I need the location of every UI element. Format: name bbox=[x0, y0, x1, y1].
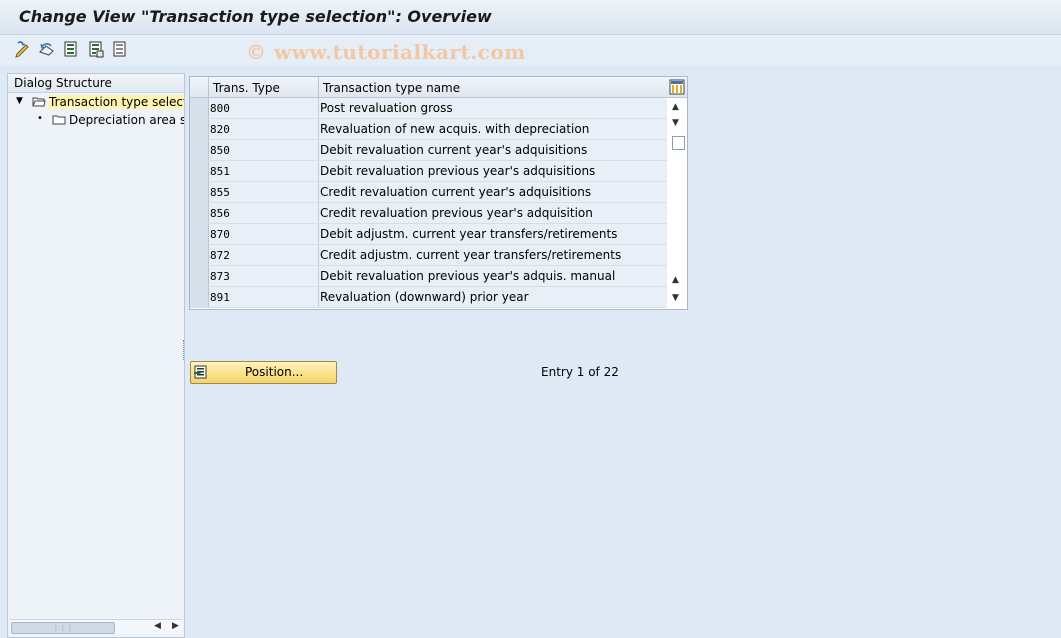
trans-type-cell[interactable]: 873 bbox=[209, 266, 319, 286]
transaction-type-name-cell[interactable]: Revaluation (downward) prior year bbox=[319, 287, 667, 307]
page-up-icon[interactable]: ▲ bbox=[672, 275, 679, 285]
select-block-icon[interactable] bbox=[87, 40, 105, 58]
trans-type-cell[interactable]: 851 bbox=[209, 161, 319, 181]
tree-item-label: Transaction type selection bbox=[49, 95, 184, 109]
row-selector[interactable] bbox=[190, 98, 209, 118]
transaction-type-name-cell[interactable]: Debit revaluation previous year's adquis… bbox=[319, 266, 667, 286]
select-all-icon[interactable] bbox=[62, 40, 80, 58]
row-selector[interactable] bbox=[190, 203, 209, 223]
row-selector[interactable] bbox=[190, 161, 209, 181]
table-row: 820 Revaluation of new acquis. with depre… bbox=[190, 119, 667, 140]
undo-icon[interactable] bbox=[38, 40, 56, 58]
folder-icon bbox=[52, 115, 66, 125]
select-all-rows-cell[interactable] bbox=[190, 77, 209, 97]
dialog-structure-header: Dialog Structure bbox=[8, 74, 184, 93]
position-button-label: Position... bbox=[245, 365, 304, 379]
trans-type-cell[interactable]: 820 bbox=[209, 119, 319, 139]
transaction-type-table: Trans. Type Transaction type name 800 Pos… bbox=[189, 76, 688, 310]
scroll-up-icon[interactable]: ▲ bbox=[672, 102, 679, 112]
vertical-scrollbar[interactable]: ▲ ▼ ▲ ▼ bbox=[668, 98, 686, 308]
transaction-type-name-cell[interactable]: Credit revaluation previous year's adqui… bbox=[319, 203, 667, 223]
entry-counter: Entry 1 of 22 bbox=[541, 365, 619, 379]
scroll-right-icon[interactable]: ▶ bbox=[172, 621, 179, 631]
horizontal-scrollbar[interactable]: ⋮⋮⋮ ◀ ▶ bbox=[10, 619, 182, 634]
title-bar: Change View "Transaction type selection"… bbox=[0, 0, 1061, 35]
scroll-down-icon[interactable]: ▼ bbox=[672, 293, 679, 303]
trans-type-cell[interactable]: 855 bbox=[209, 182, 319, 202]
row-selector[interactable] bbox=[190, 119, 209, 139]
transaction-type-name-cell[interactable]: Revaluation of new acquis. with deprecia… bbox=[319, 119, 667, 139]
table-row: 891 Revaluation (downward) prior year bbox=[190, 287, 667, 308]
trans-type-cell[interactable]: 870 bbox=[209, 224, 319, 244]
transaction-type-name-cell[interactable]: Credit revaluation current year's adquis… bbox=[319, 182, 667, 202]
transaction-type-name-cell[interactable]: Credit adjustm. current year transfers/r… bbox=[319, 245, 667, 265]
trans-type-cell[interactable]: 856 bbox=[209, 203, 319, 223]
position-icon bbox=[194, 365, 207, 379]
table-row: 856 Credit revaluation previous year's ad… bbox=[190, 203, 667, 224]
scrollbar-thumb[interactable] bbox=[672, 136, 685, 150]
watermark: © www.tutorialkart.com bbox=[246, 40, 526, 64]
open-folder-icon bbox=[32, 97, 46, 107]
column-header-trans-type[interactable]: Trans. Type bbox=[209, 77, 319, 97]
table-row: 872 Credit adjustm. current year transfer… bbox=[190, 245, 667, 266]
bullet-icon: • bbox=[37, 113, 43, 124]
row-selector[interactable] bbox=[190, 245, 209, 265]
tree-item-depreciation-area-specification[interactable]: • Depreciation area specification bbox=[8, 112, 184, 129]
table-row: 851 Debit revaluation previous year's adq… bbox=[190, 161, 667, 182]
tree-item-label: Depreciation area specification bbox=[69, 113, 184, 127]
transaction-type-name-cell[interactable]: Debit adjustm. current year transfers/re… bbox=[319, 224, 667, 244]
display-change-icon[interactable] bbox=[14, 40, 32, 58]
table-row: 855 Credit revaluation current year's adq… bbox=[190, 182, 667, 203]
row-selector[interactable] bbox=[190, 287, 209, 307]
trans-type-cell[interactable]: 891 bbox=[209, 287, 319, 307]
scroll-left-icon[interactable]: ◀ bbox=[154, 621, 161, 631]
column-header-transaction-type-name[interactable]: Transaction type name bbox=[319, 77, 666, 97]
dialog-structure-title: Dialog Structure bbox=[14, 76, 112, 90]
application-toolbar bbox=[0, 35, 1061, 65]
dialog-structure-panel: Dialog Structure ▼ Transaction type sele… bbox=[7, 73, 185, 638]
transaction-type-name-cell[interactable]: Debit revaluation previous year's adquis… bbox=[319, 161, 667, 181]
trans-type-cell[interactable]: 850 bbox=[209, 140, 319, 160]
scrollbar-thumb[interactable]: ⋮⋮⋮ bbox=[11, 622, 115, 634]
row-selector[interactable] bbox=[190, 140, 209, 160]
position-button[interactable]: Position... bbox=[190, 361, 337, 384]
page-down-icon[interactable]: ▼ bbox=[672, 118, 679, 128]
tree-item-transaction-type-selection[interactable]: ▼ Transaction type selection bbox=[8, 94, 184, 111]
table-row: 873 Debit revaluation previous year's adq… bbox=[190, 266, 667, 287]
deselect-all-icon[interactable] bbox=[111, 40, 129, 58]
trans-type-cell[interactable]: 872 bbox=[209, 245, 319, 265]
expand-triangle-icon[interactable]: ▼ bbox=[16, 96, 23, 106]
table-settings-icon[interactable] bbox=[669, 79, 685, 95]
row-selector[interactable] bbox=[190, 182, 209, 202]
table-row: 850 Debit revaluation current year's adqu… bbox=[190, 140, 667, 161]
row-selector[interactable] bbox=[190, 266, 209, 286]
table-row: 800 Post revaluation gross bbox=[190, 98, 667, 119]
table-header: Trans. Type Transaction type name bbox=[190, 77, 687, 98]
table-row: 870 Debit adjustm. current year transfers… bbox=[190, 224, 667, 245]
page-title: Change View "Transaction type selection"… bbox=[19, 7, 492, 26]
transaction-type-name-cell[interactable]: Debit revaluation current year's adquisi… bbox=[319, 140, 667, 160]
panel-splitter[interactable] bbox=[183, 340, 187, 360]
row-selector[interactable] bbox=[190, 224, 209, 244]
trans-type-cell[interactable]: 800 bbox=[209, 98, 319, 118]
transaction-type-name-cell[interactable]: Post revaluation gross bbox=[319, 98, 667, 118]
